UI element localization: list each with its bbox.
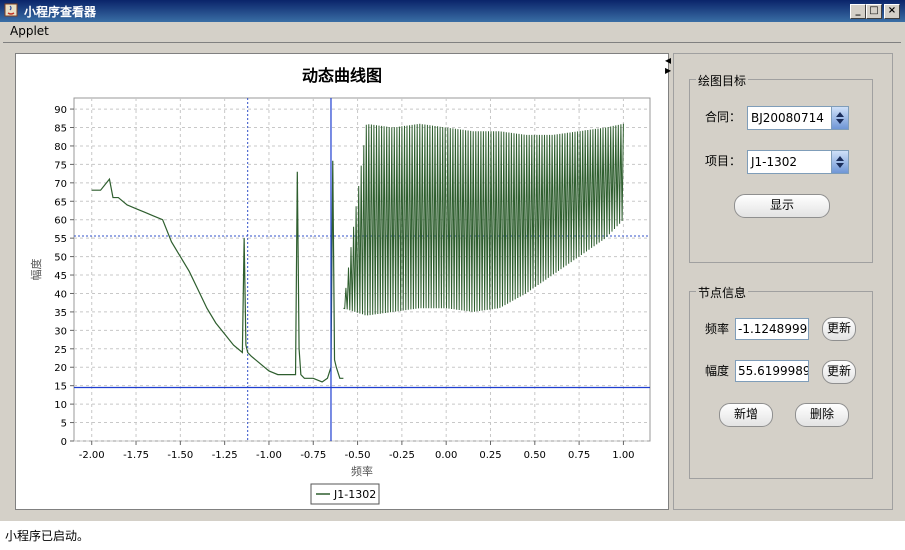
y-tick-label: 75 — [54, 160, 67, 171]
item-select[interactable]: J1-1302 — [747, 150, 849, 174]
y-tick-label: 35 — [54, 308, 67, 319]
plot-target-title: 绘图目标 — [696, 72, 749, 89]
x-tick-label: 0.50 — [524, 450, 546, 461]
right-panel: 绘图目标 合同： BJ20080714 项目： J1-1302 显示 节点信息 … — [673, 53, 893, 510]
y-tick-label: 25 — [54, 345, 67, 356]
y-tick-label: 15 — [54, 382, 67, 393]
legend-label: J1-1302 — [333, 488, 376, 501]
y-tick-label: 45 — [54, 271, 67, 282]
y-tick-label: 10 — [54, 400, 67, 411]
x-tick-label: -0.50 — [345, 450, 371, 461]
plot-target-group: 绘图目标 合同： BJ20080714 项目： J1-1302 显示 — [689, 72, 873, 263]
item-value: J1-1302 — [751, 155, 798, 169]
item-spinner[interactable] — [831, 151, 848, 173]
x-tick-label: 1.00 — [612, 450, 634, 461]
y-tick-label: 90 — [54, 105, 67, 116]
x-tick-label: -0.25 — [389, 450, 415, 461]
y-tick-label: 50 — [54, 253, 67, 264]
y-tick-label: 5 — [61, 419, 67, 430]
window-title: 小程序查看器 — [24, 5, 97, 19]
y-tick-label: 65 — [54, 197, 67, 208]
y-tick-label: 55 — [54, 234, 67, 245]
y-tick-label: 60 — [54, 216, 67, 227]
y-tick-label: 20 — [54, 363, 67, 374]
contract-select[interactable]: BJ20080714 — [747, 106, 849, 130]
contract-label: 合同： — [705, 110, 742, 124]
menu-applet[interactable]: Applet — [10, 24, 49, 38]
node-info-group: 节点信息 频率 -1.12489998 更新 幅度 55.6199989 更新 … — [689, 284, 873, 479]
y-tick-label: 70 — [54, 179, 67, 190]
x-tick-label: 0.00 — [435, 450, 457, 461]
node-info-title: 节点信息 — [696, 284, 749, 301]
menu-bar: Applet — [0, 22, 905, 42]
x-axis-label: 频率 — [351, 464, 373, 478]
x-tick-label: -0.75 — [300, 450, 326, 461]
x-tick-label: -1.75 — [123, 450, 149, 461]
spinner-arrows-icon — [836, 156, 844, 168]
spinner-arrows-icon — [836, 112, 844, 124]
add-button[interactable]: 新增 — [719, 403, 773, 427]
freq-label: 频率 — [705, 322, 730, 336]
chart-panel[interactable]: 动态曲线图 0 5 10 15 20 25 30 35 40 45 50 55 60 65 70 75 80 85 9… — [15, 53, 669, 510]
contract-value: BJ20080714 — [751, 111, 824, 125]
contract-spinner[interactable] — [831, 107, 848, 129]
item-label: 项目： — [705, 154, 742, 168]
amp-update-button[interactable]: 更新 — [822, 360, 856, 384]
x-tick-label: -2.00 — [79, 450, 105, 461]
title-bar: 小程序查看器 _ □ × — [0, 0, 905, 22]
freq-field[interactable]: -1.12489998 — [735, 318, 809, 340]
y-axis-label: 幅度 — [29, 259, 43, 281]
java-app-icon — [4, 3, 18, 17]
x-tick-label: -1.00 — [256, 450, 282, 461]
status-bar: 小程序已启动。 — [0, 520, 905, 550]
x-tick-label: -1.25 — [212, 450, 238, 461]
chart-title: 动态曲线图 — [302, 66, 382, 85]
amp-label: 幅度 — [705, 364, 730, 378]
applet-content: 动态曲线图 0 5 10 15 20 25 30 35 40 45 50 55 60 65 70 75 80 85 9… — [3, 42, 901, 521]
x-tick-label: 0.75 — [568, 450, 590, 461]
line-chart[interactable]: 动态曲线图 0 5 10 15 20 25 30 35 40 45 50 55 60 65 70 75 80 85 9… — [16, 54, 668, 509]
y-tick-label: 85 — [54, 124, 67, 135]
x-tick-label: 0.25 — [479, 450, 501, 461]
close-button[interactable]: × — [884, 4, 900, 19]
status-text: 小程序已启动。 — [5, 529, 90, 543]
x-tick-label: -1.50 — [167, 450, 193, 461]
maximize-button[interactable]: □ — [866, 4, 882, 19]
freq-update-button[interactable]: 更新 — [822, 317, 856, 341]
y-tick-label: 0 — [61, 437, 67, 448]
show-button[interactable]: 显示 — [734, 194, 830, 218]
amp-field[interactable]: 55.6199989 — [735, 360, 809, 382]
y-tick-label: 40 — [54, 289, 67, 300]
y-tick-label: 30 — [54, 326, 67, 337]
minimize-button[interactable]: _ — [850, 4, 866, 19]
y-tick-label: 80 — [54, 142, 67, 153]
delete-button[interactable]: 删除 — [795, 403, 849, 427]
